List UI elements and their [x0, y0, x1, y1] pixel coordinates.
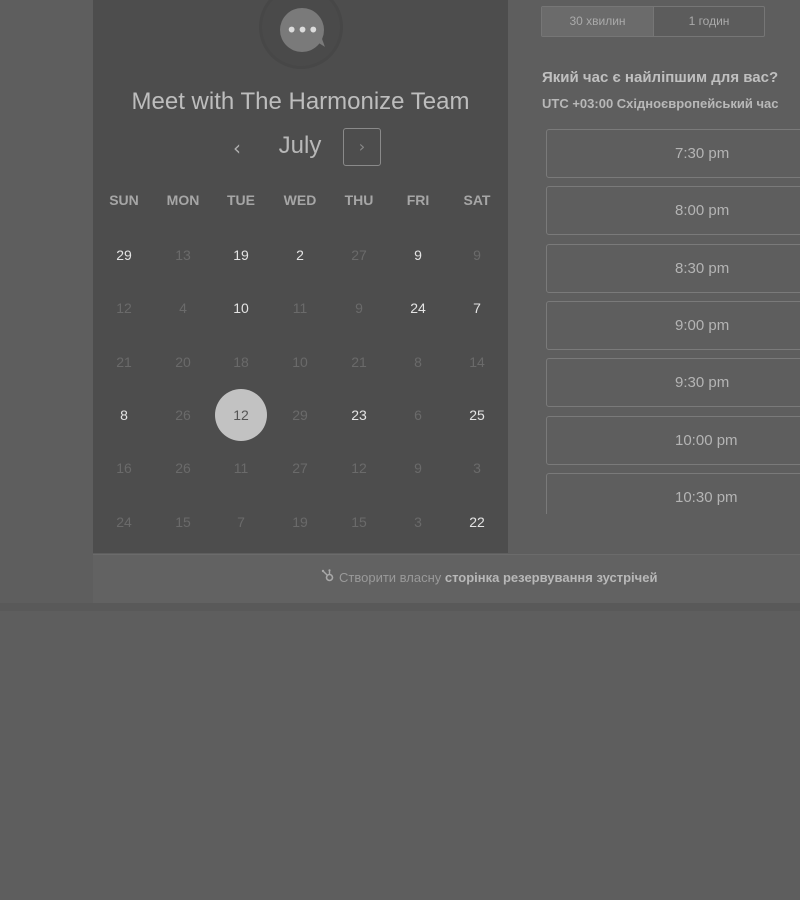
- next-month-button[interactable]: ›: [343, 128, 381, 166]
- calendar-day[interactable]: 29: [102, 240, 146, 270]
- calendar-day: 26: [175, 407, 191, 423]
- calendar-day: 13: [175, 247, 191, 263]
- timezone-label[interactable]: UTC +03:00 Східноєвропейський час: [542, 96, 779, 111]
- month-navigation: ‹ July ›: [93, 128, 508, 170]
- month-label: July: [278, 132, 322, 159]
- time-slot-button[interactable]: 7:30 pm: [546, 129, 800, 178]
- calendar-day: 16: [116, 460, 132, 476]
- calendar-day[interactable]: 22: [455, 507, 499, 537]
- weekday-tue: TUE: [227, 192, 255, 208]
- calendar-day[interactable]: 7: [455, 293, 499, 323]
- weekday-header: SUN MON TUE WED THU FRI SAT: [93, 192, 508, 212]
- weekday-wed: WED: [283, 192, 317, 208]
- calendar-day-selected[interactable]: 12: [215, 389, 267, 441]
- footer-text-bold: сторінка резервування зустрічей: [444, 570, 658, 585]
- duration-tabs: 30 хвилин 1 годин: [541, 6, 765, 37]
- calendar-day[interactable]: 25: [455, 400, 499, 430]
- calendar-day: 10: [292, 354, 308, 370]
- calendar-day: 12: [351, 460, 367, 476]
- calendar-day: 3: [414, 514, 422, 530]
- hubspot-sprocket-icon: [321, 569, 335, 583]
- calendar-day: 24: [116, 514, 132, 530]
- time-slot-button[interactable]: 8:00 pm: [546, 186, 800, 236]
- time-slot-button[interactable]: 8:30 pm: [546, 243, 800, 293]
- calendar-day: 15: [351, 514, 367, 530]
- calendar-day: 27: [292, 460, 308, 476]
- calendar-day[interactable]: 19: [219, 240, 263, 270]
- calendar-day: 20: [175, 354, 191, 370]
- calendar-day: 27: [351, 247, 367, 263]
- time-slot-list[interactable]: 7:30 pm 8:00 pm 8:30 pm 9:00 pm 9:30 pm 10:00…: [540, 126, 800, 514]
- calendar-day: 11: [233, 460, 249, 476]
- time-slot-button[interactable]: 10:30 pm: [546, 472, 800, 514]
- duration-tab-30-min[interactable]: 30 хвилин: [542, 7, 653, 36]
- calendar-day: 6: [414, 407, 422, 423]
- calendar-day[interactable]: 8: [102, 400, 146, 430]
- calendar-day: 18: [233, 354, 249, 370]
- calendar-day: 9: [355, 300, 363, 316]
- time-slot-button[interactable]: 9:30 pm: [546, 358, 800, 408]
- calendar-day: 15: [175, 514, 191, 530]
- calendar-day: 21: [116, 354, 132, 370]
- calendar-day[interactable]: 9: [396, 240, 440, 270]
- calendar-day: 9: [414, 460, 422, 476]
- duration-tab-1-hour[interactable]: 1 годин: [654, 7, 764, 36]
- footer-bar: Створити власну сторінка резервування зу…: [93, 554, 800, 604]
- calendar-day: 9: [473, 247, 481, 263]
- calendar-day[interactable]: 2: [278, 240, 322, 270]
- calendar-day[interactable]: 23: [337, 400, 381, 430]
- calendar-day: 12: [116, 300, 132, 316]
- prev-month-button[interactable]: ‹: [224, 134, 250, 162]
- calendar-day: 26: [175, 460, 191, 476]
- calendar-day: 19: [292, 514, 308, 530]
- page-title: Meet with The Harmonize Team: [131, 88, 470, 115]
- footer-shadow: [0, 603, 800, 611]
- calendar-day: 29: [292, 407, 308, 423]
- calendar-day: 8: [414, 354, 422, 370]
- create-booking-page-link[interactable]: Створити власну сторінка резервування зу…: [321, 568, 657, 585]
- calendar-day[interactable]: 10: [219, 293, 263, 323]
- calendar-day: 3: [473, 460, 481, 476]
- weekday-sat: SAT: [463, 192, 491, 208]
- time-slot-button[interactable]: 9:00 pm: [546, 300, 800, 350]
- weekday-sun: SUN: [109, 192, 139, 208]
- calendar-day: 21: [351, 354, 367, 370]
- time-question: Який час є найліпшим для вас?: [542, 69, 779, 86]
- weekday-fri: FRI: [406, 192, 430, 208]
- calendar-day: 14: [469, 354, 485, 370]
- calendar-day[interactable]: 24: [396, 293, 440, 323]
- time-slot-button[interactable]: 10:00 pm: [546, 415, 800, 465]
- weekday-mon: MON: [166, 192, 200, 208]
- calendar-day: 4: [179, 300, 187, 316]
- footer-text: Створити власну: [339, 570, 445, 585]
- calendar-day: 7: [237, 514, 245, 530]
- weekday-thu: THU: [344, 192, 374, 208]
- calendar-day: 11: [292, 300, 308, 316]
